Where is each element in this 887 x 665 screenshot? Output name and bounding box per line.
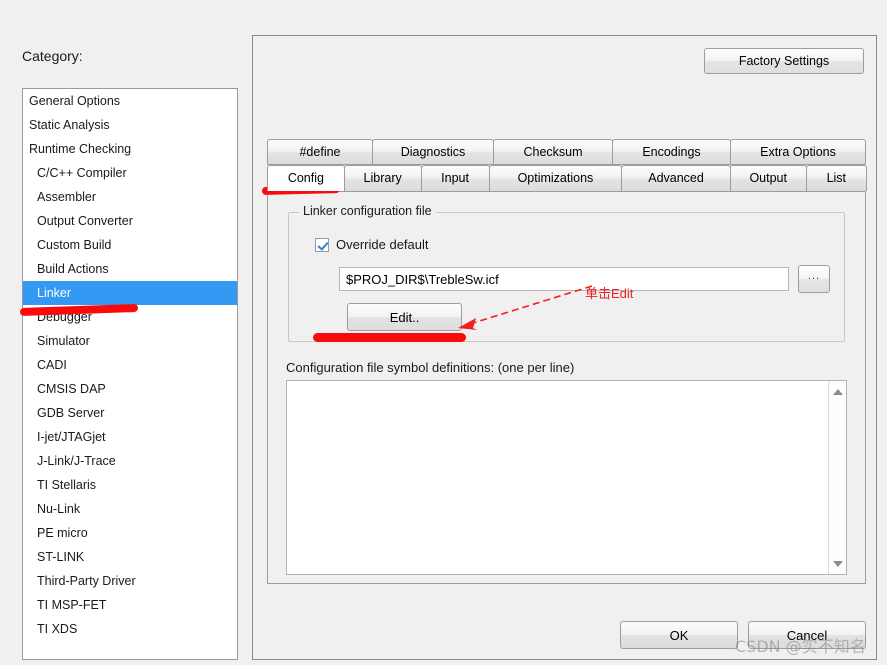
tab-item[interactable]: Library — [343, 165, 422, 191]
tab-row-bottom: Config Library Input Optimizations Advanced O… — [263, 165, 867, 191]
sidebar-item[interactable]: J-Link/J-Trace — [23, 449, 237, 473]
linker-config-group-title: Linker configuration file — [299, 204, 436, 218]
sidebar-item[interactable]: Build Actions — [23, 257, 237, 281]
tab-item[interactable]: Checksum — [493, 139, 613, 165]
sidebar-item[interactable]: GDB Server — [23, 401, 237, 425]
tab-item[interactable]: Encodings — [612, 139, 731, 165]
symbol-definitions-scrollbar[interactable] — [828, 381, 846, 574]
override-default-label: Override default — [336, 237, 429, 252]
symbol-definitions-box — [286, 380, 847, 575]
browse-button[interactable]: ... — [798, 265, 830, 293]
tab-content-config: Linker configuration file Override defau… — [267, 191, 866, 584]
sidebar-item[interactable]: Static Analysis — [23, 113, 237, 137]
sidebar-item[interactable]: Custom Build — [23, 233, 237, 257]
tab-item[interactable]: List — [805, 165, 867, 191]
edit-button[interactable]: Edit.. — [347, 303, 462, 331]
sidebar-item[interactable]: Nu-Link — [23, 497, 237, 521]
tab-item[interactable]: Diagnostics — [372, 139, 494, 165]
symbol-definitions-label: Configuration file symbol definitions: (… — [286, 360, 575, 375]
tab-region: #define Diagnostics Checksum Encodings Extra… — [263, 139, 867, 584]
tab-row-top: #define Diagnostics Checksum Encodings Extra… — [263, 139, 866, 165]
dialog-buttons: OK Cancel — [620, 621, 866, 649]
sidebar-item[interactable]: PE micro — [23, 521, 237, 545]
tab-item[interactable]: Optimizations — [488, 165, 623, 191]
tab-item[interactable]: Extra Options — [730, 139, 866, 165]
override-default-row[interactable]: Override default — [315, 237, 429, 252]
triangle-up-icon[interactable] — [829, 383, 846, 400]
sidebar-item[interactable]: Debugger — [23, 305, 237, 329]
sidebar-item[interactable]: TI MSP-FET — [23, 593, 237, 617]
config-file-path-row: ... — [339, 265, 830, 293]
sidebar-item[interactable]: CMSIS DAP — [23, 377, 237, 401]
cancel-button[interactable]: Cancel — [748, 621, 866, 649]
sidebar-item[interactable]: Third-Party Driver — [23, 569, 237, 593]
sidebar-item[interactable]: CADI — [23, 353, 237, 377]
sidebar-item[interactable]: Runtime Checking — [23, 137, 237, 161]
linker-config-group: Linker configuration file Override defau… — [288, 204, 845, 342]
sidebar-item[interactable]: TI XDS — [23, 617, 237, 641]
sidebar-item[interactable]: TI Stellaris — [23, 473, 237, 497]
options-panel: Factory Settings #define Diagnostics Check… — [252, 35, 877, 660]
sidebar-item[interactable]: ST-LINK — [23, 545, 237, 569]
category-list[interactable]: General Options Static Analysis Runtime Ch… — [22, 88, 238, 660]
ok-button[interactable]: OK — [620, 621, 738, 649]
tab-item[interactable]: Advanced — [621, 165, 731, 191]
tab-item[interactable]: #define — [267, 139, 373, 165]
override-default-checkbox[interactable] — [315, 237, 329, 252]
sidebar-item[interactable]: General Options — [23, 89, 237, 113]
sidebar-item[interactable]: Simulator — [23, 329, 237, 353]
symbol-definitions-input[interactable] — [287, 381, 828, 574]
sidebar-item[interactable]: C/C++ Compiler — [23, 161, 237, 185]
tab-item[interactable]: Input — [420, 165, 490, 191]
sidebar-item[interactable]: Assembler — [23, 185, 237, 209]
sidebar-item[interactable]: I-jet/JTAGjet — [23, 425, 237, 449]
tab-item[interactable]: Config — [267, 165, 345, 191]
sidebar-item[interactable]: Linker — [23, 281, 237, 305]
config-file-path-input[interactable] — [339, 267, 789, 291]
triangle-down-icon[interactable] — [829, 555, 846, 572]
category-label: Category: — [22, 48, 83, 64]
tab-item[interactable]: Output — [729, 165, 807, 191]
sidebar-item[interactable]: Output Converter — [23, 209, 237, 233]
factory-settings-button[interactable]: Factory Settings — [704, 48, 864, 74]
